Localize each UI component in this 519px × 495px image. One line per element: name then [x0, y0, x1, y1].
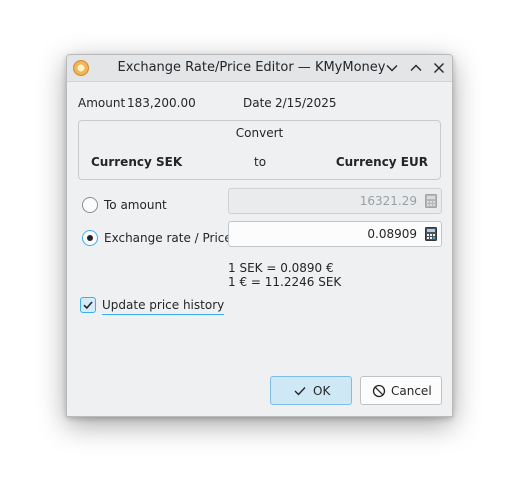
to-amount-field	[228, 188, 442, 214]
to-word: to	[254, 155, 267, 169]
window-title: Exchange Rate/Price Editor — KMyMoney	[117, 60, 386, 75]
to-currency-label: Currency EUR	[335, 155, 428, 169]
date-value: 2/15/2025	[275, 96, 337, 110]
title-bar: Exchange Rate/Price Editor — KMyMoney	[67, 55, 452, 82]
maximize-button[interactable]	[407, 59, 425, 77]
close-icon	[434, 63, 444, 73]
minimize-button[interactable]	[383, 59, 401, 77]
amount-value: 183,200.00	[127, 96, 196, 110]
kmymoney-app-icon[interactable]	[73, 60, 89, 76]
rate-info-line-1: 1 SEK = 0.0890 €	[228, 261, 334, 275]
exchange-rate-label[interactable]: Exchange rate / Price	[104, 231, 232, 245]
cancel-button[interactable]: Cancel	[360, 376, 442, 405]
checkmark-icon	[83, 301, 93, 310]
update-price-history-label[interactable]: Update price history	[102, 298, 225, 315]
chevron-down-icon	[386, 65, 398, 72]
rate-info-line-2: 1 € = 11.2246 SEK	[228, 275, 342, 289]
cancel-button-label: Cancel	[391, 384, 432, 398]
to-amount-label[interactable]: To amount	[104, 198, 167, 212]
calculator-icon	[425, 194, 437, 208]
update-price-history-checkbox[interactable]	[80, 297, 96, 313]
exchange-rate-field[interactable]	[228, 221, 442, 247]
close-button[interactable]	[430, 59, 448, 77]
to-amount-radio[interactable]	[82, 197, 98, 213]
ok-button[interactable]: OK	[270, 376, 352, 405]
ok-button-label: OK	[313, 384, 331, 398]
from-currency-label: Currency SEK	[91, 155, 183, 169]
cancel-icon	[372, 384, 386, 398]
exchange-rate-input[interactable]	[233, 226, 417, 242]
date-label: Date	[243, 96, 272, 110]
convert-title: Convert	[235, 126, 284, 140]
chevron-up-icon	[410, 64, 422, 71]
checkmark-icon	[294, 387, 306, 396]
exchange-rate-radio[interactable]	[82, 230, 98, 246]
exchange-rate-dialog: Exchange Rate/Price Editor — KMyMoney Am…	[66, 54, 453, 417]
calculator-button[interactable]	[425, 227, 437, 241]
amount-label: Amount	[78, 96, 126, 110]
to-amount-input	[233, 193, 417, 209]
convert-group: Convert Currency SEK to Currency EUR	[78, 120, 441, 180]
dialog-content: Amount 183,200.00 Date 2/15/2025 Convert…	[67, 82, 452, 416]
